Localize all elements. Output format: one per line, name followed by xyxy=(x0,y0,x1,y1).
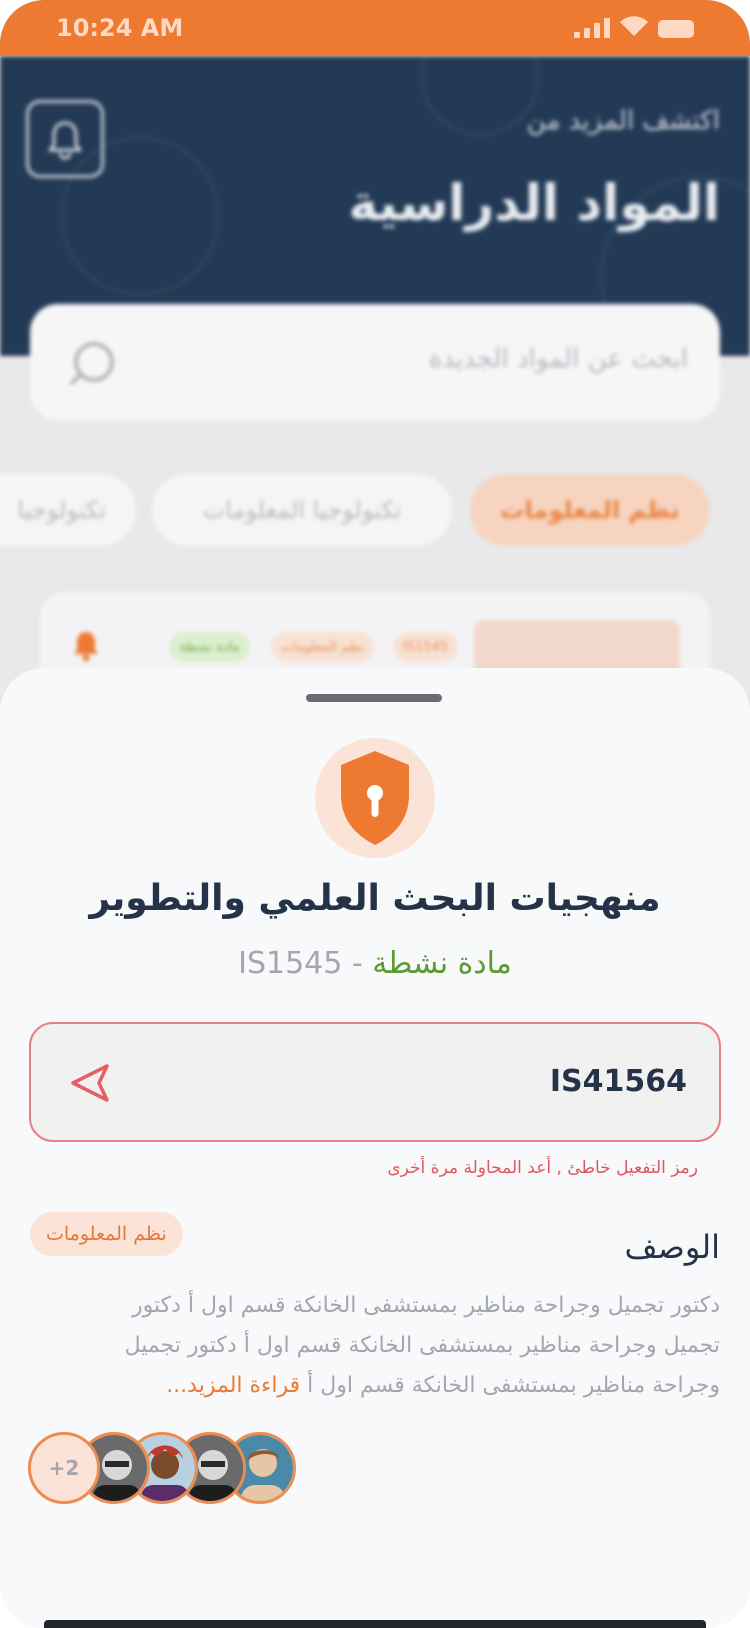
enrolled-avatars[interactable]: +2 xyxy=(28,1432,328,1504)
lock-badge xyxy=(315,738,435,858)
header-subtitle: اكتشف المزيد من xyxy=(526,106,720,136)
status-time: 10:24 AM xyxy=(56,14,184,42)
background-screen: اكتشف المزيد من المواد الدراسية ابحث عن … xyxy=(0,56,750,712)
page-title: المواد الدراسية xyxy=(348,174,720,232)
course-status: مادة نشطة xyxy=(372,946,512,981)
read-more-link[interactable]: قراءة المزيد... xyxy=(166,1373,300,1398)
category-chip-label: تكنولوجيا المعلومات xyxy=(202,496,402,524)
search-icon xyxy=(70,342,114,385)
sheet-drag-handle[interactable] xyxy=(306,694,442,702)
category-chip[interactable]: تكنولوجيا المعلومات xyxy=(152,474,452,546)
bell-icon xyxy=(48,121,82,160)
course-subtitle: مادة نشطة - IS1545 xyxy=(0,946,750,981)
home-indicator xyxy=(44,1620,706,1628)
activation-code-input[interactable]: IS41564 xyxy=(29,1022,721,1142)
phone-screen: 10:24 AM اكتشف المزيد من المواد الدراسية… xyxy=(0,0,750,1628)
course-category-tag: نظم المعلومات xyxy=(271,632,374,662)
status-bar: 10:24 AM xyxy=(0,0,750,56)
category-tag: نظم المعلومات xyxy=(30,1212,183,1256)
course-status-tag: مادة نشطة xyxy=(169,632,250,662)
course-title: منهجيات البحث العلمي والتطوير xyxy=(89,878,661,919)
more-avatars-badge[interactable]: +2 xyxy=(28,1432,100,1504)
error-message: رمز التفعيل خاطئ , أعد المحاولة مرة أخرى xyxy=(387,1158,698,1178)
search-placeholder: ابحث عن المواد الجديدة xyxy=(428,344,688,374)
course-code: IS1545 xyxy=(238,946,343,981)
description-text: دكتور تجميل وجراحة مناظير بمستشفى الخانك… xyxy=(70,1286,720,1406)
wifi-icon xyxy=(620,16,648,36)
search-input[interactable]: ابحث عن المواد الجديدة xyxy=(30,304,720,420)
subtitle-separator: - xyxy=(342,946,373,981)
category-chip-label: تكنولوجيا xyxy=(17,496,106,524)
send-icon[interactable] xyxy=(67,1060,113,1106)
bell-icon xyxy=(74,632,98,662)
category-chip-active[interactable]: نظم المعلومات xyxy=(470,474,710,546)
signal-icon xyxy=(574,18,610,38)
description-heading: الوصف xyxy=(624,1228,720,1266)
activation-code-value: IS41564 xyxy=(549,1064,687,1099)
notifications-button[interactable] xyxy=(26,100,104,178)
course-activation-sheet: منهجيات البحث العلمي والتطوير مادة نشطة … xyxy=(0,668,750,1628)
category-chip-label: نظم المعلومات xyxy=(500,496,680,524)
shield-lock-icon xyxy=(341,751,409,845)
battery-icon xyxy=(658,20,694,38)
category-chip[interactable]: تكنولوجيا xyxy=(0,474,136,546)
decor-circle xyxy=(420,56,540,136)
course-code-tag: IS1545 xyxy=(392,632,458,662)
